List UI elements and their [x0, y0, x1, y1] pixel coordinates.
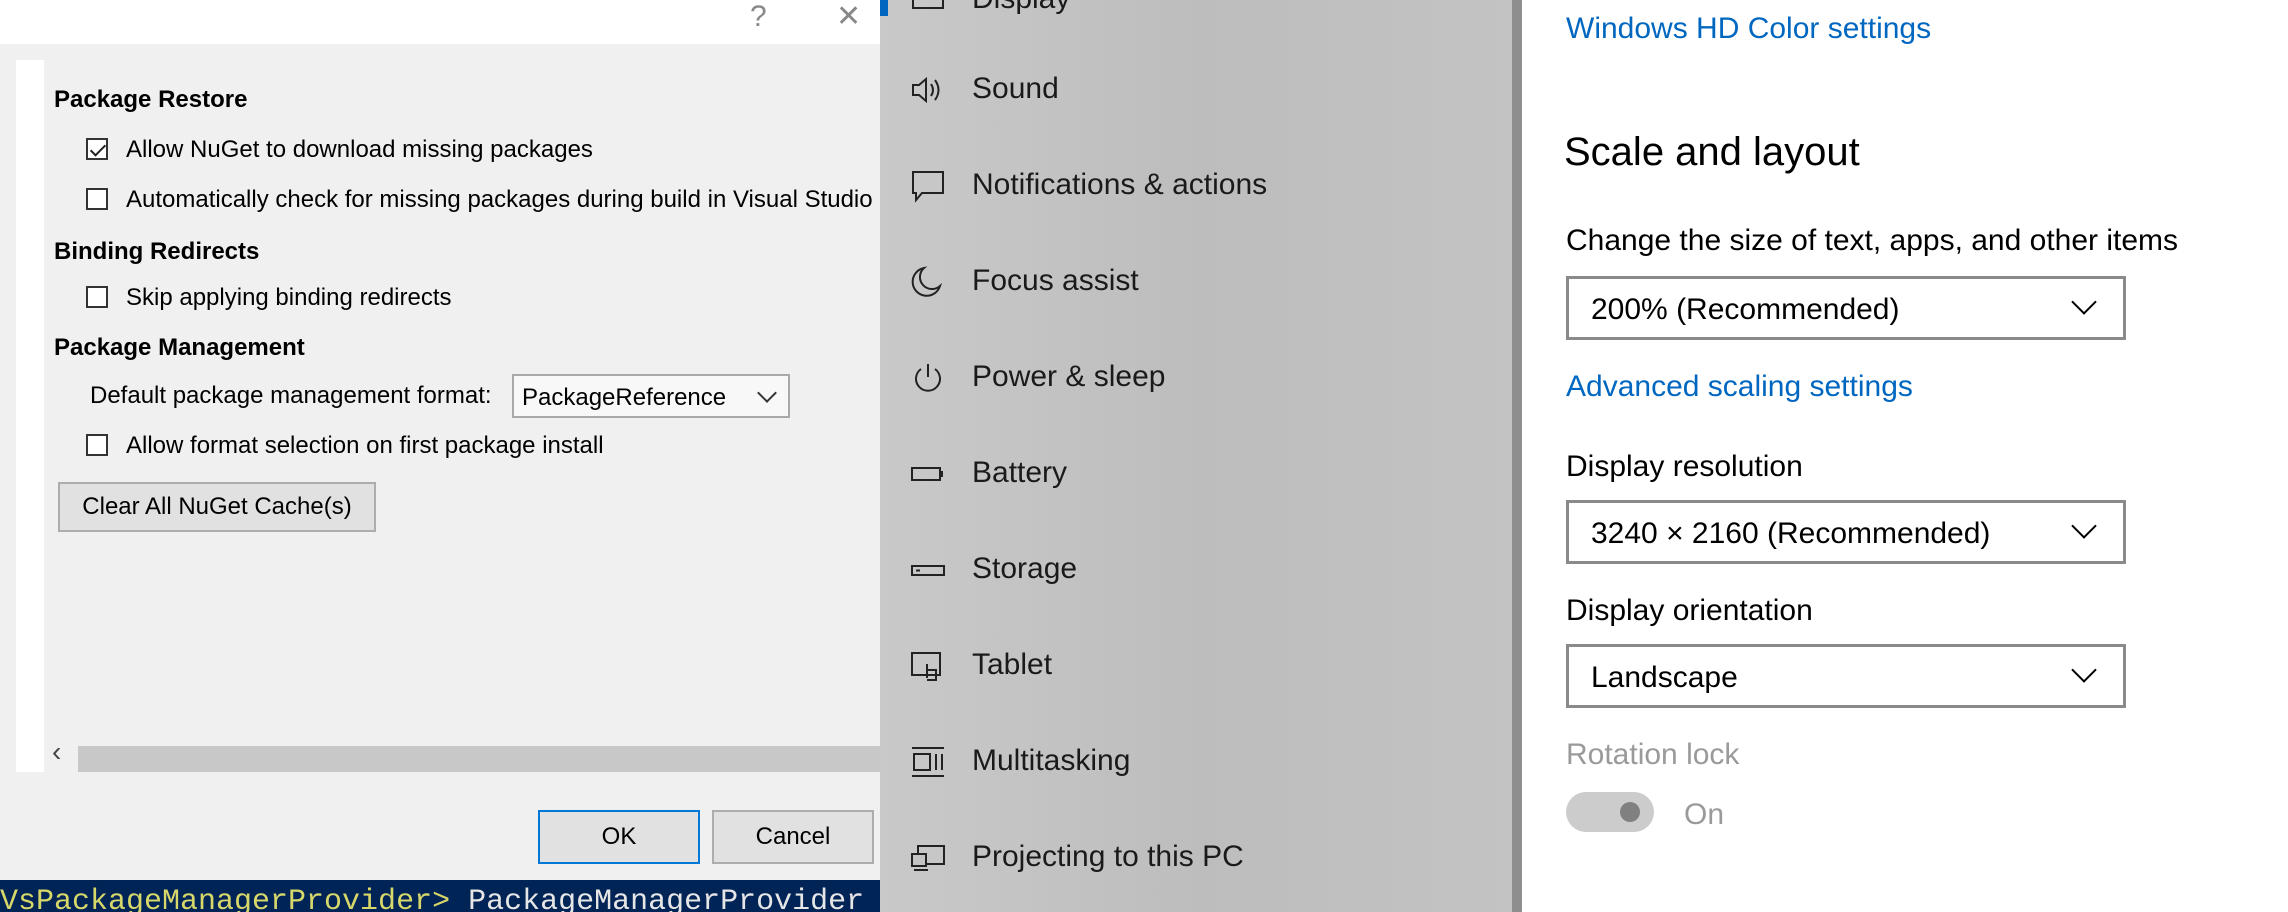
- format-select-value: PackageReference: [522, 384, 727, 411]
- nav-item-power-sleep[interactable]: Power & sleep: [880, 342, 1518, 412]
- format-label: Default package management format:: [90, 382, 492, 409]
- auto-check-label: Automatically check for missing packages…: [126, 186, 873, 213]
- battery-icon: [911, 467, 943, 481]
- pane-divider: [1512, 0, 1522, 912]
- resolution-value: 3240 × 2160 (Recommended): [1591, 517, 1991, 550]
- settings-nav: Display Sound Notifications & actions Fo…: [880, 0, 1518, 912]
- nav-item-label: Sound: [972, 72, 1059, 105]
- scrollbar-thumb[interactable]: [78, 746, 880, 772]
- console-text: PackageManagerProvider: [450, 885, 865, 912]
- notifications-icon: [912, 171, 944, 203]
- nav-item-tablet[interactable]: Tablet: [880, 630, 1518, 700]
- scale-value: 200% (Recommended): [1591, 293, 1900, 326]
- allow-download-checkbox[interactable]: [86, 138, 108, 160]
- toggle-knob: [1620, 802, 1640, 822]
- section-binding-redirects: Binding Redirects: [54, 238, 260, 265]
- section-package-management: Package Management: [54, 334, 305, 361]
- clear-cache-button[interactable]: Clear All NuGet Cache(s): [58, 482, 376, 532]
- nav-item-storage[interactable]: Storage: [880, 534, 1518, 604]
- nav-item-label: Storage: [972, 552, 1078, 585]
- chevron-down-icon: [757, 383, 777, 403]
- section-package-restore: Package Restore: [54, 86, 248, 113]
- nav-item-projecting[interactable]: Projecting to this PC: [880, 822, 1518, 892]
- cancel-button[interactable]: Cancel: [712, 810, 874, 864]
- orientation-dropdown[interactable]: Landscape: [1566, 644, 2126, 708]
- scale-label: Change the size of text, apps, and other…: [1566, 224, 2179, 257]
- resolution-dropdown[interactable]: 3240 × 2160 (Recommended): [1566, 500, 2126, 564]
- nav-item-label: Power & sleep: [972, 360, 1166, 393]
- format-select[interactable]: PackageReference: [512, 374, 790, 418]
- rotation-lock-toggle[interactable]: [1566, 792, 1654, 832]
- nav-item-display[interactable]: Display: [880, 0, 1518, 34]
- display-icon: [912, 0, 944, 9]
- rotation-lock-state: On: [1684, 798, 1725, 831]
- resolution-label: Display resolution: [1566, 450, 1803, 483]
- dialog-titlebar: ? ✕: [0, 0, 880, 44]
- orientation-label: Display orientation: [1566, 594, 1813, 627]
- allow-format-checkbox[interactable]: [86, 434, 108, 456]
- scale-layout-heading: Scale and layout: [1564, 130, 1860, 174]
- scale-dropdown[interactable]: 200% (Recommended): [1566, 276, 2126, 340]
- nav-item-label: Tablet: [972, 648, 1053, 681]
- console-strip: VsPackageManagerProvider> PackageManager…: [0, 880, 880, 912]
- nav-item-battery[interactable]: Battery: [880, 438, 1518, 508]
- display-settings-content: Windows HD Color settings Scale and layo…: [1522, 0, 2288, 912]
- chevron-down-icon: [2071, 657, 2097, 683]
- nav-item-multitasking[interactable]: Multitasking: [880, 726, 1518, 796]
- allow-download-label: Allow NuGet to download missing packages: [126, 136, 593, 163]
- nav-item-sound[interactable]: Sound: [880, 54, 1518, 124]
- nav-item-notifications[interactable]: Notifications & actions: [880, 150, 1518, 220]
- chevron-down-icon: [2071, 289, 2097, 315]
- nav-item-label: Focus assist: [972, 264, 1139, 297]
- chevron-down-icon: [2071, 513, 2097, 539]
- advanced-scaling-link[interactable]: Advanced scaling settings: [1566, 370, 1913, 404]
- nav-item-focus-assist[interactable]: Focus assist: [880, 246, 1518, 316]
- nav-item-label: Battery: [972, 456, 1068, 489]
- nav-item-label: Multitasking: [972, 744, 1131, 777]
- hd-color-link[interactable]: Windows HD Color settings: [1566, 12, 1931, 46]
- console-prompt: VsPackageManagerProvider>: [0, 885, 451, 912]
- skip-binding-label: Skip applying binding redirects: [126, 284, 452, 311]
- storage-icon: [911, 565, 945, 576]
- tablet-icon: [911, 652, 941, 681]
- close-button[interactable]: ✕: [836, 0, 861, 40]
- horizontal-scrollbar[interactable]: ‹: [44, 736, 880, 772]
- auto-check-checkbox[interactable]: [86, 188, 108, 210]
- moon-icon: [911, 266, 943, 297]
- rotation-lock-label: Rotation lock: [1566, 738, 1740, 771]
- orientation-value: Landscape: [1591, 661, 1738, 694]
- allow-format-label: Allow format selection on first package …: [126, 432, 604, 459]
- sound-icon: [912, 76, 940, 104]
- skip-binding-checkbox[interactable]: [86, 286, 108, 308]
- options-tree-panel: [16, 60, 44, 772]
- nav-item-label: Display: [972, 0, 1070, 16]
- nav-item-label: Notifications & actions: [972, 168, 1268, 201]
- scroll-left-icon[interactable]: ‹: [52, 736, 61, 768]
- multitasking-icon: [912, 747, 944, 777]
- nuget-options-dialog: ? ✕ Package Restore Allow NuGet to downl…: [0, 0, 880, 912]
- nav-item-label: Projecting to this PC: [972, 840, 1244, 873]
- power-icon: [915, 364, 941, 392]
- help-button[interactable]: ?: [750, 0, 767, 40]
- projecting-icon: [911, 845, 945, 871]
- ok-button[interactable]: OK: [538, 810, 700, 864]
